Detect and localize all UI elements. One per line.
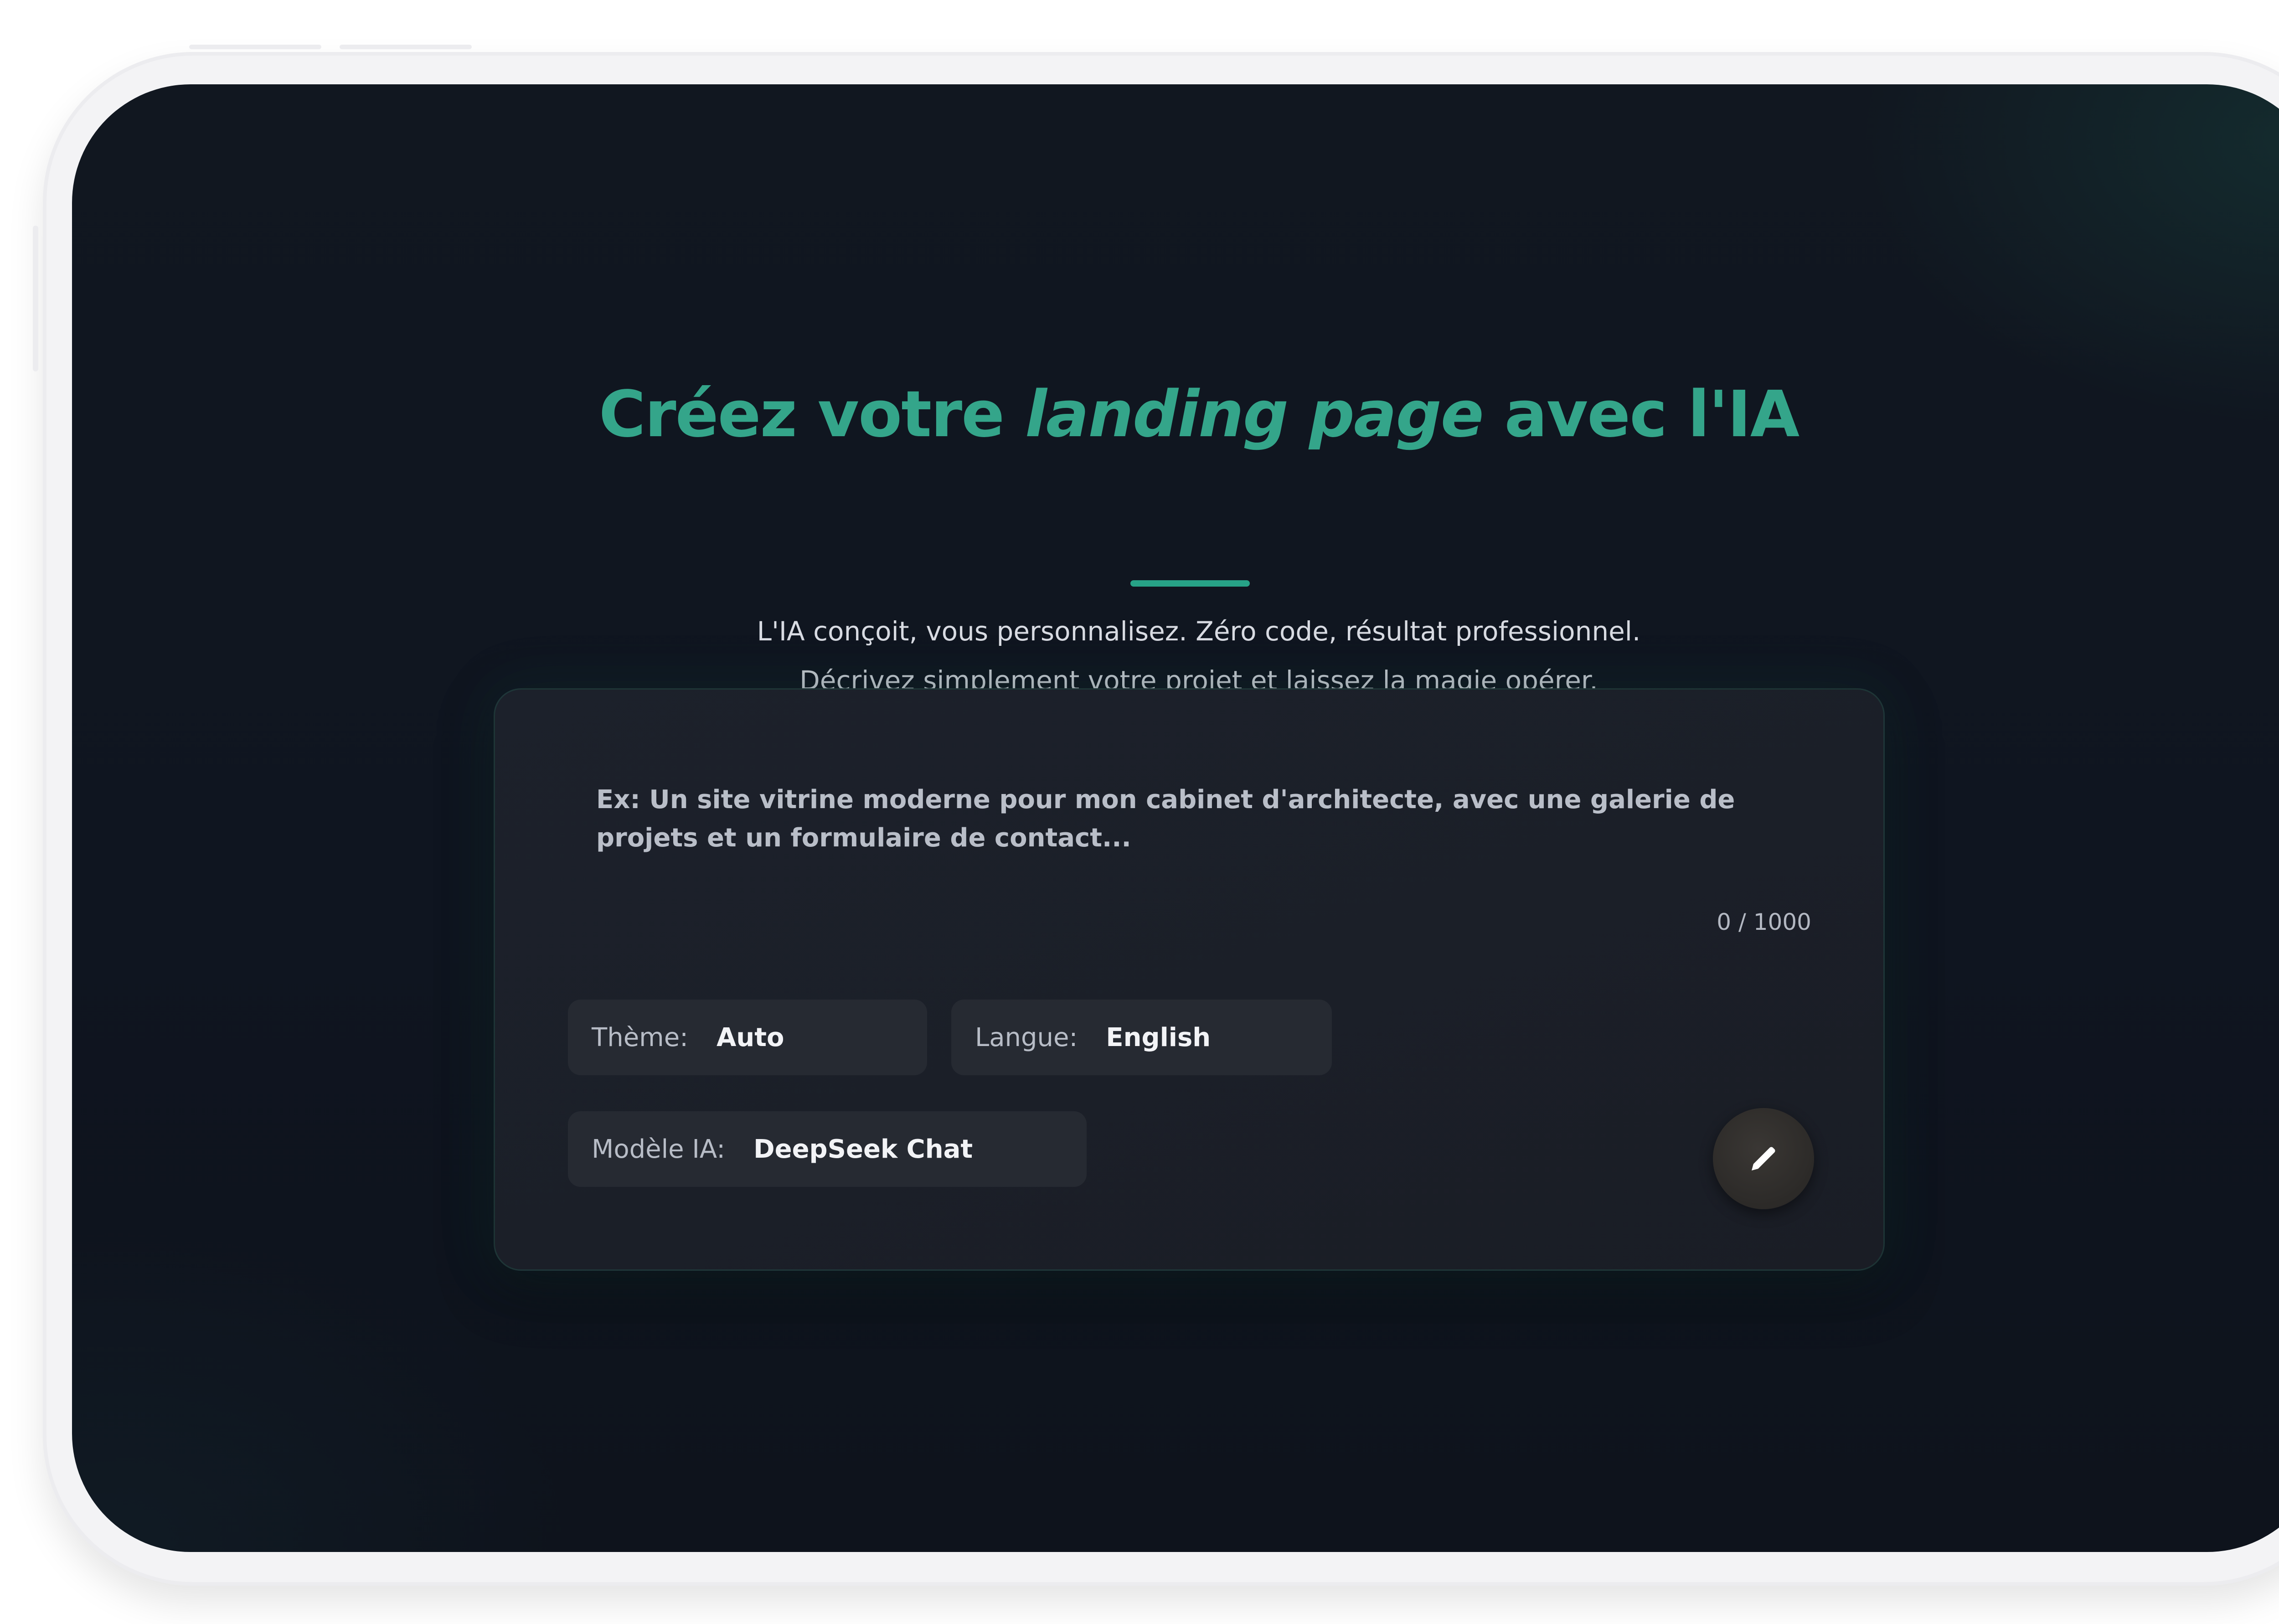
theme-selector[interactable]: Thème: Auto [568,1000,927,1075]
character-counter: 0 / 1000 [1717,909,1811,935]
hero-title-start: Créez votre [598,377,1005,452]
generate-button[interactable] [1713,1108,1814,1209]
language-selector[interactable]: Langue: English [951,1000,1332,1075]
language-label: Langue: [975,1022,1078,1052]
project-description-input[interactable] [596,781,1790,895]
app-screen: Créez votre landing page avec l'IA L'IA … [72,84,2279,1552]
hero-subtitle-line-1: L'IA conçoit, vous personnalisez. Zéro c… [757,616,1641,647]
device-top-button [189,45,321,49]
hero-title-accent: landing page [1025,377,1484,452]
theme-label: Thème: [592,1022,689,1052]
ai-model-label: Modèle IA: [592,1134,726,1164]
device-top-button [340,45,472,49]
hero-title: Créez votre landing page avec l'IA [72,376,2279,454]
hero-title-end: avec l'IA [1504,377,1799,452]
pencil-icon [1752,1147,1775,1170]
language-value: English [1106,1022,1211,1052]
theme-value: Auto [717,1022,784,1052]
ai-model-value: DeepSeek Chat [753,1134,973,1164]
title-underline [1130,580,1250,587]
ai-model-selector[interactable]: Modèle IA: DeepSeek Chat [568,1111,1087,1187]
device-side-button [33,226,38,371]
prompt-card: 0 / 1000 Thème: Auto Langue: English Mod… [494,688,1885,1271]
